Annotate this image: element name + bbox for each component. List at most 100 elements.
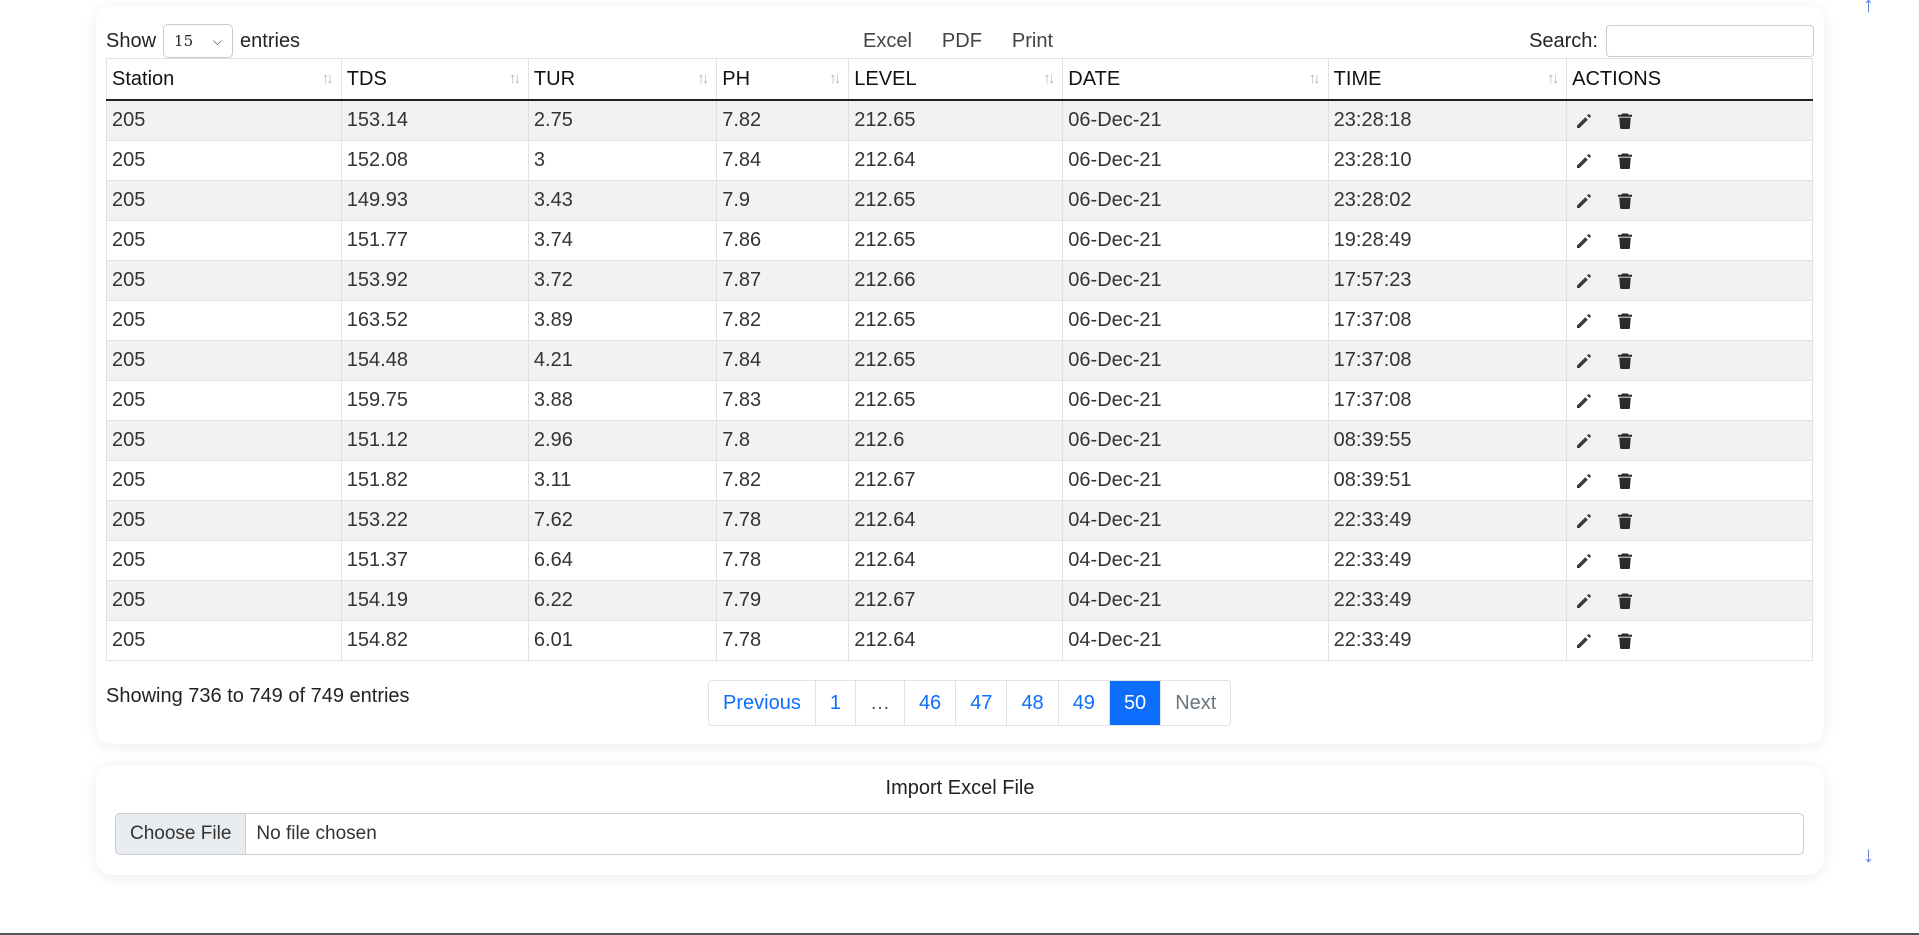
print-button[interactable]: Print [997,30,1068,53]
cell-ph: 7.82 [716,99,850,141]
page-button[interactable]: 46 [905,681,957,725]
cell-actions [1566,620,1813,661]
pencil-icon[interactable] [1574,631,1594,651]
pencil-icon[interactable] [1574,231,1594,251]
pencil-icon[interactable] [1574,551,1594,571]
search-label: Search: [1529,29,1598,52]
page-button[interactable]: 1 [816,681,856,725]
cell-tds: 151.82 [340,460,529,501]
cell-time: 23:28:18 [1327,99,1568,141]
trash-icon[interactable] [1615,431,1635,451]
trash-icon[interactable] [1615,191,1635,211]
column-header[interactable]: DATE ↑↓ [1062,58,1329,101]
sort-icon[interactable]: ↑↓ [829,70,841,87]
cell-tds: 163.52 [340,300,529,341]
trash-icon[interactable] [1615,271,1635,291]
cell-date: 06-Dec-21 [1062,420,1329,461]
arrow-up-icon[interactable]: ↑ [1863,0,1874,18]
column-header[interactable]: TUR ↑↓ [527,58,718,101]
cell-date: 06-Dec-21 [1062,260,1329,301]
cell-time: 23:28:02 [1327,180,1568,221]
pencil-icon[interactable] [1574,111,1594,131]
cell-date: 04-Dec-21 [1062,620,1329,661]
search-input[interactable] [1606,25,1814,57]
cell-level: 212.65 [848,220,1064,261]
cell-ph: 7.83 [716,380,850,421]
pdf-button[interactable]: PDF [927,30,997,53]
sort-icon[interactable]: ↑↓ [1309,70,1321,87]
pencil-icon[interactable] [1574,311,1594,331]
column-header[interactable]: LEVEL ↑↓ [848,58,1064,101]
column-header[interactable]: TDS ↑↓ [340,58,529,101]
trash-icon[interactable] [1615,631,1635,651]
pencil-icon[interactable] [1574,271,1594,291]
cell-time: 22:33:49 [1327,540,1568,581]
next-button[interactable]: Next [1161,681,1230,725]
trash-icon[interactable] [1615,471,1635,491]
pencil-icon[interactable] [1574,431,1594,451]
export-buttons: Excel PDF Print [848,22,1068,60]
cell-station: 205 [106,340,342,381]
pencil-icon[interactable] [1574,151,1594,171]
trash-icon[interactable] [1615,551,1635,571]
cell-date: 04-Dec-21 [1062,540,1329,581]
pencil-icon[interactable] [1574,591,1594,611]
sort-icon[interactable]: ↑↓ [509,70,521,87]
cell-actions [1566,580,1813,621]
cell-tur: 3.11 [527,460,718,501]
excel-button[interactable]: Excel [848,30,927,53]
pencil-icon[interactable] [1574,391,1594,411]
trash-icon[interactable] [1615,591,1635,611]
entries-label: entries [240,29,301,52]
trash-icon[interactable] [1615,111,1635,131]
cell-tds: 153.14 [340,99,529,141]
cell-tur: 3.89 [527,300,718,341]
sort-icon[interactable]: ↑↓ [697,70,709,87]
sort-icon[interactable]: ↑↓ [1043,70,1055,87]
pencil-icon[interactable] [1574,471,1594,491]
page-button[interactable]: 49 [1059,681,1110,725]
page-button[interactable]: 47 [956,681,1008,725]
cell-level: 212.67 [848,580,1064,621]
pencil-icon[interactable] [1574,511,1594,531]
cell-date: 06-Dec-21 [1062,380,1329,421]
cell-tds: 151.37 [340,540,529,581]
cell-actions [1566,540,1813,581]
pencil-icon[interactable] [1574,191,1594,211]
file-input[interactable]: Choose File No file chosen [115,813,1804,855]
trash-icon[interactable] [1615,311,1635,331]
cell-station: 205 [106,140,342,181]
cell-date: 06-Dec-21 [1062,340,1329,381]
cell-level: 212.64 [848,620,1064,661]
cell-level: 212.65 [848,300,1064,341]
cell-ph: 7.87 [716,260,850,301]
page-button[interactable]: 50 [1109,681,1162,725]
trash-icon[interactable] [1615,351,1635,371]
trash-icon[interactable] [1615,391,1635,411]
choose-file-button[interactable]: Choose File [116,814,247,854]
sort-icon[interactable]: ↑↓ [322,70,334,87]
previous-button[interactable]: Previous [709,681,816,725]
trash-icon[interactable] [1615,511,1635,531]
trash-icon[interactable] [1615,151,1635,171]
cell-time: 17:57:23 [1327,260,1568,301]
column-header[interactable]: TIME ↑↓ [1327,58,1568,101]
table-body: 205 153.14 2.75 7.82 212.65 06-Dec-21 23:28:18… [106,99,1813,661]
cell-level: 212.64 [848,500,1064,541]
page-button[interactable]: 48 [1007,681,1059,725]
cell-time: 23:28:10 [1327,140,1568,181]
pencil-icon[interactable] [1574,351,1594,371]
column-header[interactable]: PH ↑↓ [716,58,850,101]
column-header[interactable]: Station ↑↓ [106,58,342,101]
sort-icon[interactable]: ↑↓ [1547,70,1559,87]
cell-actions [1566,180,1813,221]
cell-tds: 153.22 [340,500,529,541]
cell-level: 212.66 [848,260,1064,301]
column-header-label: PH [722,67,751,90]
arrow-down-icon[interactable]: ↓ [1863,842,1874,868]
cell-tur: 7.62 [527,500,718,541]
entries-select[interactable]: 15 ⌵ [163,24,234,58]
cell-tds: 153.92 [340,260,529,301]
cell-station: 205 [106,500,342,541]
trash-icon[interactable] [1615,231,1635,251]
